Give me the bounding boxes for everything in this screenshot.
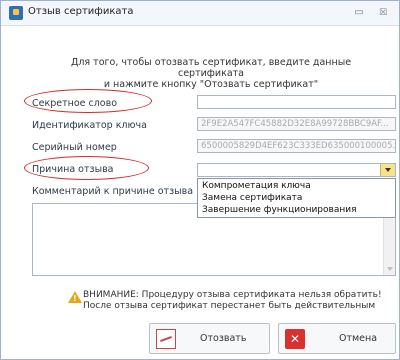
cancel-button-label: Отмена (339, 333, 378, 344)
warning-line-2: После отзыва сертификат перестанет быть … (83, 301, 376, 311)
scroll-down-icon[interactable] (387, 267, 393, 271)
close-button[interactable]: ☒ (375, 5, 391, 21)
app-icon (9, 6, 23, 20)
comment-label: Комментарий к причине отзыва (32, 186, 194, 197)
serial-number-label: Серийный номер (32, 142, 117, 153)
title-bar[interactable]: Отзыв сертификата ▭ ☒ (1, 1, 399, 26)
reason-option[interactable]: Завершение функционирования (202, 205, 357, 215)
chevron-down-icon[interactable] (380, 164, 395, 176)
warning-text: ВНИМАНИЕ: Процедуру отзыва сертификата н… (61, 290, 400, 312)
instructions-line-1: Для того, чтобы отозвать сертификат, вве… (70, 57, 352, 79)
revoke-button-label: Отозвать (200, 333, 247, 344)
annotation-oval-secret-word (24, 89, 152, 113)
annotation-oval-reason (24, 156, 149, 180)
key-id-label: Идентификатор ключа (32, 120, 147, 131)
instructions: Для того, чтобы отозвать сертификат, вве… (41, 57, 381, 90)
minimize-button[interactable]: ▭ (351, 5, 367, 21)
window-title: Отзыв сертификата (28, 6, 134, 17)
cancel-button[interactable]: ✕ Отмена (278, 323, 396, 354)
key-id-field[interactable]: 2F9E2A547FC45882D32E8A99728BBC9AF... (197, 117, 396, 131)
certificate-revoke-icon (156, 329, 176, 349)
reason-option[interactable]: Компрометация ключа (202, 181, 311, 191)
close-icon: ✕ (285, 329, 305, 349)
serial-number-field[interactable]: 6500005829D4EF623C333ED635000100005... (197, 139, 396, 153)
revoke-certificate-dialog: Отзыв сертификата ▭ ☒ Для того, чтобы от… (0, 0, 400, 360)
revoke-button[interactable]: Отозвать (149, 323, 270, 354)
reason-option[interactable]: Замена сертификата (202, 193, 302, 203)
warning-line-1: ВНИМАНИЕ: Процедуру отзыва сертификата н… (83, 290, 382, 300)
secret-word-input[interactable] (197, 95, 396, 109)
revocation-reason-select[interactable] (197, 163, 396, 177)
revocation-reason-list: Компрометация ключа Замена сертификата З… (197, 178, 396, 218)
